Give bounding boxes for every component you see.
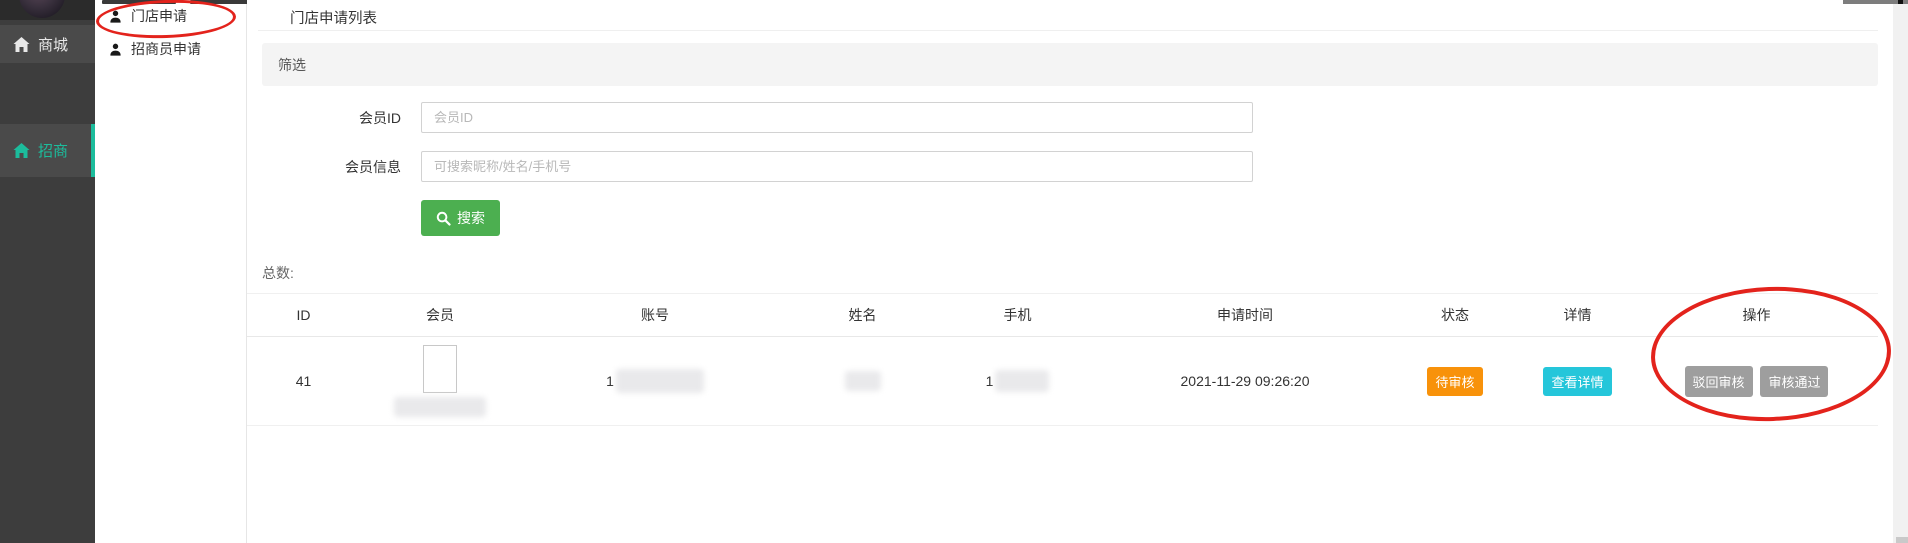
col-header-name: 姓名 [790, 294, 935, 337]
member-info-input[interactable] [421, 151, 1253, 182]
cell-member [360, 337, 520, 426]
title-divider [258, 30, 1878, 31]
phone-prefix: 1 [986, 373, 994, 389]
filter-row-member-id: 会员ID [262, 102, 1878, 133]
masked-phone [995, 370, 1049, 392]
total-count-label: 总数: [262, 263, 294, 283]
masked-account [616, 369, 704, 393]
col-header-apply-time: 申请时间 [1100, 294, 1390, 337]
clipped-text-remnant [102, 0, 176, 4]
filter-panel-header: 筛选 [262, 43, 1878, 86]
admin-page: 商城 招商 门店申请 招商员申请 [0, 0, 1908, 543]
approve-review-button[interactable]: 审核通过 [1760, 366, 1828, 397]
home-icon [13, 143, 30, 158]
user-avatar[interactable] [19, 0, 65, 18]
sidebar-item-mall[interactable]: 商城 [0, 25, 95, 63]
search-button[interactable]: 搜索 [421, 200, 500, 236]
cell-apply-time: 2021-11-29 09:26:20 [1100, 337, 1390, 426]
reject-review-button[interactable]: 驳回审核 [1685, 366, 1753, 397]
col-header-phone: 手机 [935, 294, 1100, 337]
cell-actions: 驳回审核 审核通过 [1635, 337, 1878, 426]
sidebar-top-area [0, 0, 95, 20]
cell-status: 待审核 [1390, 337, 1520, 426]
cell-name [790, 337, 935, 426]
filter-row-member-info: 会员信息 [262, 151, 1878, 182]
sidebar-item-zhaoshang[interactable]: 招商 [0, 124, 95, 177]
sidebar-item-store-application[interactable]: 门店申请 [95, 4, 245, 28]
col-header-status: 状态 [1390, 294, 1520, 337]
table-header-row: ID 会员 账号 姓名 手机 申请时间 状态 详情 操作 [247, 294, 1878, 337]
scrollbar-corner [1896, 537, 1908, 543]
col-header-account: 账号 [520, 294, 790, 337]
sidebar-item-label: 门店申请 [131, 6, 187, 26]
col-header-detail: 详情 [1520, 294, 1635, 337]
cell-phone: 1 [935, 337, 1100, 426]
secondary-sidebar: 门店申请 招商员申请 [95, 0, 247, 543]
search-icon [436, 211, 451, 226]
primary-sidebar: 商城 招商 [0, 0, 95, 543]
masked-nickname [394, 397, 486, 417]
member-info-label: 会员信息 [262, 157, 401, 177]
sidebar-item-label: 商城 [38, 34, 68, 55]
account-prefix: 1 [606, 373, 614, 389]
member-id-label: 会员ID [262, 108, 401, 128]
cell-id: 41 [247, 337, 360, 426]
sidebar-item-label: 招商 [38, 140, 68, 161]
cell-account: 1 [520, 337, 790, 426]
masked-name [845, 371, 881, 391]
table-row: 41 1 [247, 337, 1878, 426]
filter-panel: 筛选 会员ID 会员信息 搜索 [262, 43, 1878, 236]
status-badge: 待审核 [1427, 367, 1482, 396]
home-icon [13, 37, 30, 52]
member-avatar-thumbnail[interactable] [423, 345, 457, 393]
member-id-input[interactable] [421, 102, 1253, 133]
filter-panel-title: 筛选 [278, 55, 306, 75]
col-header-member: 会员 [360, 294, 520, 337]
user-icon [109, 10, 122, 23]
cell-detail: 查看详情 [1520, 337, 1635, 426]
vertical-scrollbar[interactable] [1893, 3, 1908, 543]
col-header-id: ID [247, 294, 360, 337]
page-title: 门店申请列表 [290, 7, 377, 28]
col-header-actions: 操作 [1635, 294, 1878, 337]
member-avatar-wrap [394, 345, 486, 417]
view-detail-button[interactable]: 查看详情 [1543, 367, 1611, 396]
sidebar-item-label: 招商员申请 [131, 39, 201, 59]
filter-panel-body: 会员ID 会员信息 搜索 [262, 86, 1878, 236]
main-content: 门店申请列表 筛选 会员ID 会员信息 [247, 0, 1893, 543]
search-button-label: 搜索 [457, 208, 485, 228]
sidebar-item-recruiter-application[interactable]: 招商员申请 [95, 37, 245, 61]
applications-table: ID 会员 账号 姓名 手机 申请时间 状态 详情 操作 41 [247, 293, 1878, 426]
clipped-browser-edge-notch [1898, 0, 1903, 4]
user-icon [109, 43, 122, 56]
